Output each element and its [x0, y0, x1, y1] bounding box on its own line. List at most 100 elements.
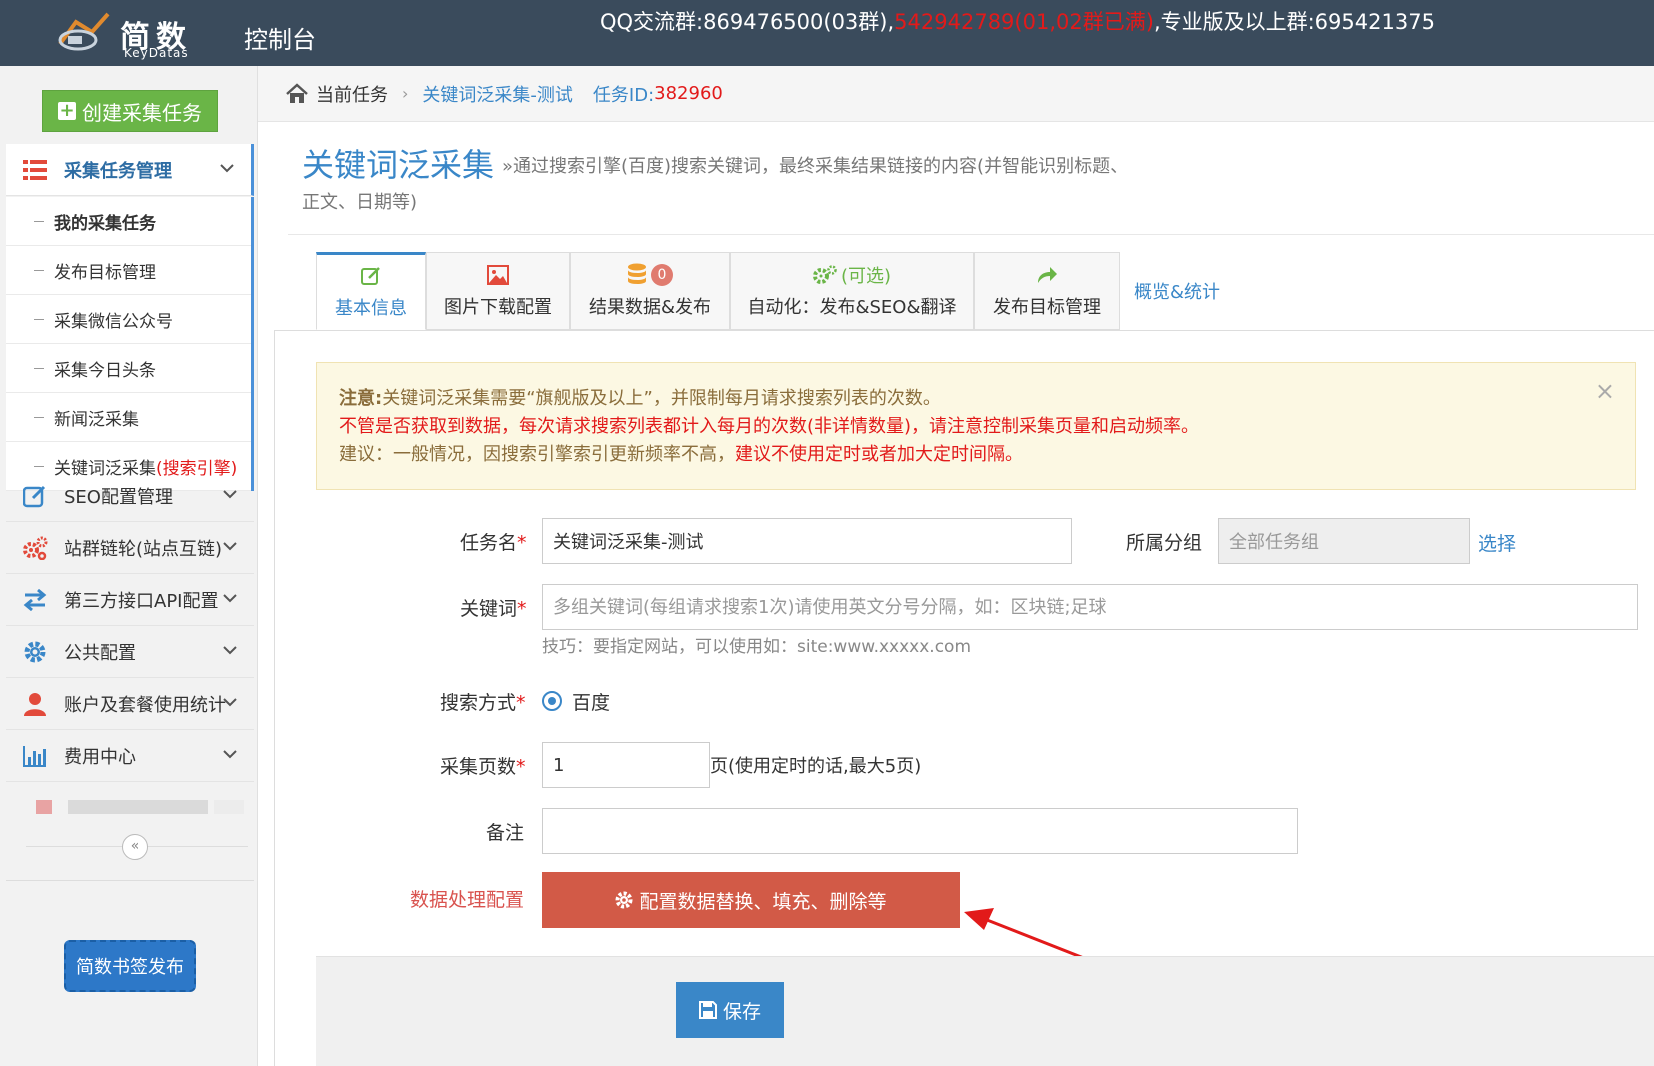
bookmark-publish-button[interactable]: 简数书签发布	[64, 940, 196, 992]
submenu-news[interactable]: 新闻泛采集	[6, 393, 251, 442]
required-mark: *	[517, 598, 527, 620]
notice-alert: 注意:关键词泛采集需要“旗舰版及以上”，并限制每月请求搜索列表的次数。 不管是否…	[316, 362, 1636, 490]
blurred-account-info	[24, 800, 254, 818]
tab-label: 自动化：发布&SEO&翻译	[747, 297, 957, 318]
menu-label: 第三方接口API配置	[64, 590, 219, 612]
breadcrumb-task-name[interactable]: 关键词泛采集-测试	[422, 81, 573, 107]
menu-label: 费用中心	[64, 746, 136, 768]
alert-text: 建议：一般情况，因搜索引擎索引更新频率不高，	[339, 444, 735, 465]
baidu-radio[interactable]	[542, 691, 562, 711]
list-icon	[22, 157, 48, 183]
sidebar: + 创建采集任务 采集任务管理 我的采集任务 发布目标管理 采集微信公众号 采集…	[0, 66, 258, 1066]
chevron-down-icon	[223, 750, 237, 759]
pages-input[interactable]	[542, 742, 710, 788]
page-title: 关键词泛采集	[302, 146, 495, 184]
label-text: 采集页数	[440, 756, 517, 778]
menu-account-stats[interactable]: 账户及套餐使用统计	[6, 678, 254, 730]
alert-line-3: 建议：一般情况，因搜索引擎索引更新频率不高，建议不使用定时或者加大定时间隔。	[339, 441, 1635, 469]
submenu-publish-targets[interactable]: 发布目标管理	[6, 246, 251, 295]
blur-block	[214, 800, 244, 814]
tab-image-download[interactable]: 图片下载配置	[426, 252, 570, 330]
logo[interactable]: 简数 KeyDatas	[56, 6, 206, 60]
keyword-label: 关键词*	[460, 594, 527, 621]
data-processing-config-button[interactable]: 配置数据替换、填充、删除等	[542, 872, 960, 928]
badge: 0	[651, 264, 673, 286]
dash	[34, 318, 44, 320]
chevron-down-icon	[220, 164, 234, 173]
create-task-label: 创建采集任务	[82, 100, 202, 125]
dash	[34, 416, 44, 418]
home-icon[interactable]	[286, 82, 308, 105]
dash	[34, 269, 44, 271]
pages-hint: 页(使用定时的话,最大5页)	[710, 756, 922, 777]
menu-label: 站群链轮(站点互链)	[64, 538, 223, 560]
menu-site-chain[interactable]: 站群链轮(站点互链)	[6, 522, 254, 574]
close-icon[interactable]: ×	[1595, 377, 1615, 405]
gear-icon	[22, 639, 48, 665]
submenu-wechat[interactable]: 采集微信公众号	[6, 295, 251, 344]
menu-billing[interactable]: 费用中心	[6, 730, 254, 782]
menu-label: 公共配置	[64, 642, 136, 664]
select-group-link[interactable]: 选择	[1478, 529, 1516, 556]
overview-stats-link[interactable]: 概览&统计	[1134, 278, 1220, 304]
breadcrumb-task-id: 382960	[654, 83, 723, 104]
breadcrumb-task-id-label: 任务ID:	[592, 84, 655, 106]
menu-public-config[interactable]: 公共配置	[6, 626, 254, 678]
search-method-label: 搜索方式*	[440, 688, 526, 715]
logo-mark-icon	[58, 12, 110, 51]
tab-automation[interactable]: (可选) 自动化：发布&SEO&翻译	[730, 252, 974, 330]
menu-seo[interactable]: SEO配置管理	[6, 470, 254, 522]
edit-icon	[361, 267, 380, 285]
task-name-input[interactable]	[542, 518, 1072, 564]
menu-task-management[interactable]: 采集任务管理	[6, 144, 254, 196]
blur-block	[68, 800, 208, 814]
save-icon	[698, 1001, 717, 1019]
tab-result-publish[interactable]: 0 结果数据&发布	[570, 252, 730, 330]
submenu-my-tasks[interactable]: 我的采集任务	[6, 197, 251, 246]
share-icon	[1038, 267, 1057, 283]
gears-icon	[812, 265, 837, 284]
plus-icon: +	[58, 100, 76, 121]
menu-task-management-label: 采集任务管理	[64, 160, 172, 182]
data-processing-label: 数据处理配置	[410, 889, 525, 911]
exchange-icon	[22, 587, 48, 613]
button-label: 配置数据替换、填充、删除等	[639, 891, 887, 913]
console-title[interactable]: 控制台	[244, 20, 316, 55]
create-task-button[interactable]: + 创建采集任务	[42, 90, 218, 132]
submenu-label: 采集微信公众号	[54, 311, 173, 332]
dash	[34, 367, 44, 369]
menu-third-party-api[interactable]: 第三方接口API配置	[6, 574, 254, 626]
label-text: 关键词	[460, 598, 518, 620]
blur-block	[36, 800, 52, 814]
sidebar-inner: + 创建采集任务 采集任务管理 我的采集任务 发布目标管理 采集微信公众号 采集…	[6, 66, 254, 1066]
tab-publish-targets[interactable]: 发布目标管理	[974, 252, 1120, 330]
alert-emphasis: 注意:	[339, 388, 383, 409]
required-mark: *	[516, 692, 526, 714]
submenu-toutiao[interactable]: 采集今日头条	[6, 344, 251, 393]
dash	[34, 465, 44, 467]
remark-input[interactable]	[542, 808, 1298, 854]
collapse-sidebar-button[interactable]: «	[122, 834, 148, 860]
submenu-label: 采集今日头条	[54, 360, 156, 381]
alert-line-1: 注意:关键词泛采集需要“旗舰版及以上”，并限制每月请求搜索列表的次数。	[339, 385, 1635, 413]
divider	[274, 330, 1654, 331]
remark-label: 备注	[486, 822, 525, 844]
optional-label: (可选)	[840, 266, 892, 287]
image-icon	[487, 265, 509, 285]
form-footer	[316, 956, 1654, 1066]
chevron-down-icon	[223, 646, 237, 655]
logo-subtitle: KeyDatas	[124, 46, 189, 60]
gears-icon	[22, 535, 48, 561]
keyword-input[interactable]	[542, 584, 1638, 630]
tab-label: 图片下载配置	[444, 297, 552, 318]
breadcrumb-current[interactable]: 当前任务	[316, 81, 388, 107]
qq-group-full: 542942789(01,02群已满)	[894, 10, 1154, 34]
alert-text-red: 建议不使用定时或者加大定时间隔。	[735, 444, 1023, 465]
qq-group-info: QQ交流群:869476500(03群),542942789(01,02群已满)…	[600, 6, 1435, 36]
baidu-radio-label[interactable]: 百度	[572, 688, 610, 715]
save-button[interactable]: 保存	[676, 982, 784, 1038]
tab-basic-info[interactable]: 基本信息	[316, 252, 426, 330]
alert-text: 关键词泛采集需要“旗舰版及以上”，并限制每月请求搜索列表的次数。	[382, 388, 941, 409]
group-field[interactable]	[1218, 518, 1470, 564]
edit-icon	[22, 483, 48, 509]
